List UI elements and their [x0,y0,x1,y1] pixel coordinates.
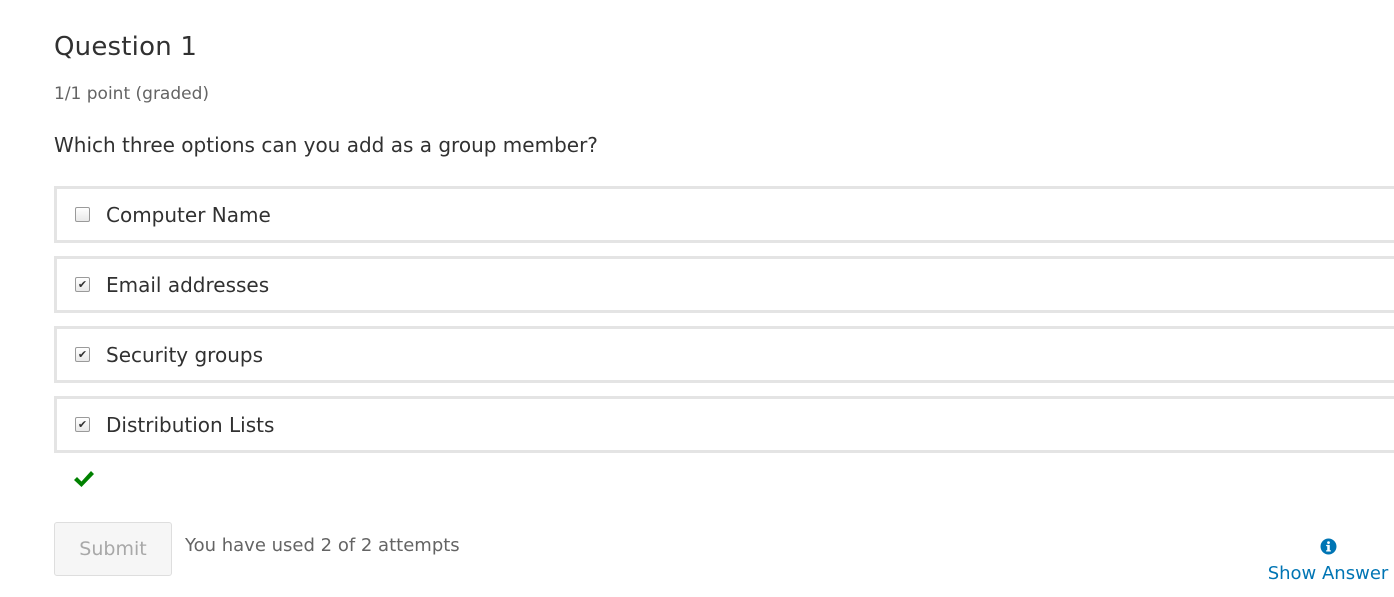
checkbox[interactable]: ✔ [75,347,90,362]
option-distribution-lists[interactable]: ✔ Distribution Lists [54,396,1394,453]
option-security-groups[interactable]: ✔ Security groups [54,326,1394,383]
info-icon [1320,538,1336,555]
checkbox[interactable]: ✔ [75,417,90,432]
option-label: Email addresses [106,272,270,297]
options-list: Computer Name ✔ Email addresses ✔ Securi… [54,186,1394,466]
question-prompt: Which three options can you add as a gro… [54,133,598,157]
problem-container: Question 1 1/1 point (graded) Which thre… [0,0,1394,597]
checkbox[interactable]: ✔ [75,277,90,292]
option-label: Computer Name [106,202,271,227]
checkbox[interactable] [75,207,90,222]
option-email-addresses[interactable]: ✔ Email addresses [54,256,1394,313]
checkmark-icon [74,471,94,487]
option-label: Distribution Lists [106,412,275,437]
question-points: 1/1 point (graded) [54,84,210,104]
show-answer-label: Show Answer [1267,563,1389,584]
option-computer-name[interactable]: Computer Name [54,186,1394,243]
option-label: Security groups [106,342,263,367]
question-title: Question 1 [54,32,198,62]
attempts-text: You have used 2 of 2 attempts [185,535,460,556]
show-answer-button[interactable]: Show Answer [1262,538,1394,584]
submit-button[interactable]: Submit [54,522,172,576]
